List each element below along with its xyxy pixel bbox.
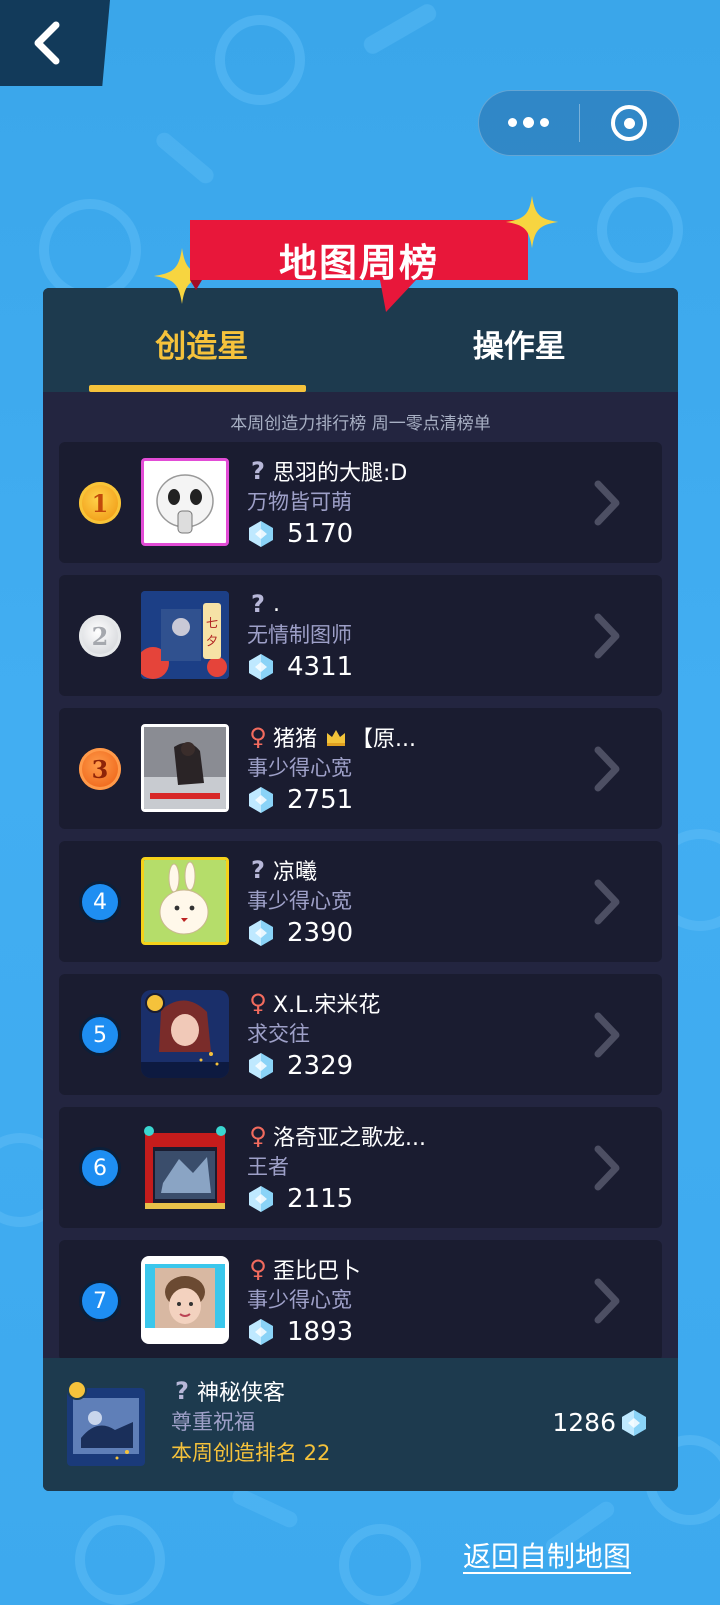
rank-badge: 6 (79, 1147, 121, 1189)
player-motto: 事少得心宽 (247, 889, 352, 913)
player-name: 洛奇亚之歌龙... (273, 1126, 426, 1151)
avatar (141, 458, 229, 546)
player-score: 2329 (287, 1051, 354, 1081)
ranking-row[interactable]: 6 ♀ 洛奇亚之歌龙... 王者 2115 (59, 1107, 662, 1228)
chevron-right-icon (594, 879, 620, 925)
player-score: 2390 (287, 918, 354, 948)
gender-unknown-icon: ? (175, 1377, 189, 1405)
player-score: 2115 (287, 1184, 354, 1214)
diamond-icon (622, 1409, 646, 1436)
chevron-right-icon (594, 1145, 620, 1191)
gender-unknown-icon: ? (251, 590, 265, 618)
diamond-icon (249, 1319, 273, 1345)
player-score: 1893 (287, 1317, 354, 1347)
ranking-row[interactable]: 7 ♀ 歪比巴卜 事少得心宽 1893 (59, 1240, 662, 1361)
player-motto: 王者 (247, 1155, 289, 1179)
diamond-icon (249, 1053, 273, 1079)
gender-female-icon: ♀ (249, 723, 267, 751)
my-name: 神秘侠客 (197, 1381, 286, 1406)
avatar (141, 1123, 229, 1211)
crown-icon (327, 730, 346, 746)
ranking-row[interactable]: 1 ? 思羽的大腿:D 万物皆可萌 5170 (59, 442, 662, 563)
chevron-right-icon (594, 1012, 620, 1058)
player-motto: 无情制图师 (247, 623, 352, 647)
player-name: 歪比巴卜 (273, 1259, 362, 1284)
back-button[interactable] (0, 0, 110, 86)
my-motto: 尊重祝福 (171, 1410, 255, 1434)
active-tab-indicator (89, 385, 306, 392)
target-circle-icon (611, 105, 648, 141)
player-score: 4311 (287, 652, 354, 682)
player-motto: 万物皆可萌 (247, 490, 352, 514)
rank-badge-gold: 1 (79, 482, 121, 524)
rank-badge: 5 (79, 1014, 121, 1056)
leaderboard-subtitle: 本周创造力排行榜 周一零点清榜单 (230, 414, 491, 434)
gender-unknown-icon: ? (251, 856, 265, 884)
page-title: 地图周榜 (278, 240, 439, 285)
gender-female-icon: ♀ (249, 1122, 267, 1150)
close-button[interactable] (580, 91, 680, 155)
ranking-row[interactable]: 4 ? 凉曦 事少得心宽 2390 (59, 841, 662, 962)
online-dot (67, 1380, 87, 1400)
gender-female-icon: ♀ (249, 989, 267, 1017)
my-score: 1286 (552, 1408, 616, 1437)
player-score: 5170 (287, 519, 354, 549)
diamond-icon (249, 920, 273, 946)
player-name: 猪猪 (273, 727, 318, 752)
gender-unknown-icon: ? (251, 457, 265, 485)
diamond-icon (249, 787, 273, 813)
ranking-row[interactable]: 2 七 夕 ? . 无情制图师 4311 (59, 575, 662, 696)
player-score: 2751 (287, 785, 354, 815)
rank-badge-silver: 2 (79, 615, 121, 657)
avatar (141, 1256, 229, 1344)
gender-female-icon: ♀ (249, 1255, 267, 1283)
player-name-suffix: 【原... (351, 727, 416, 752)
avatar: 七 夕 (141, 591, 229, 679)
svg-text:夕: 夕 (206, 634, 218, 648)
rank-badge: 7 (79, 1280, 121, 1322)
online-dot (145, 993, 165, 1013)
ranking-row[interactable]: 5 ♀ X.L.宋米花 求交往 2329 (59, 974, 662, 1095)
ranking-row[interactable]: 3 ♀ 猪猪 【原... 事少得心宽 2751 (59, 708, 662, 829)
return-to-custom-maps-link[interactable]: 返回自制地图 (463, 1535, 631, 1575)
player-name: 思羽的大腿:D (273, 461, 408, 486)
more-button[interactable] (479, 91, 579, 155)
my-rank-bar[interactable]: ? 神秘侠客 尊重祝福 本周创造排名 22 1286 (43, 1358, 678, 1491)
my-weekly-rank: 本周创造排名 22 (171, 1441, 331, 1465)
player-name: X.L.宋米花 (273, 993, 381, 1018)
diamond-icon (249, 521, 273, 547)
player-motto: 事少得心宽 (247, 756, 352, 780)
svg-text:七: 七 (206, 616, 218, 630)
rank-badge: 4 (79, 881, 121, 923)
avatar (141, 857, 229, 945)
more-dots-icon (508, 117, 550, 128)
avatar (141, 724, 229, 812)
mini-program-capsule (478, 90, 680, 156)
diamond-icon (249, 654, 273, 680)
leaderboard-panel: 创造星 操作星 本周创造力排行榜 周一零点清榜单 1 ? 思羽的大腿:D 万物皆… (43, 288, 678, 1491)
chevron-right-icon (594, 1278, 620, 1324)
star-icon (505, 195, 559, 249)
chevron-left-icon (34, 21, 60, 65)
chevron-right-icon (594, 480, 620, 526)
player-motto: 事少得心宽 (247, 1288, 352, 1312)
rank-badge-bronze: 3 (79, 748, 121, 790)
chevron-right-icon (594, 746, 620, 792)
player-name: 凉曦 (273, 860, 318, 885)
player-motto: 求交往 (247, 1022, 310, 1046)
player-name: . (273, 591, 280, 617)
ranking-list: 1 ? 思羽的大腿:D 万物皆可萌 5170 2 七 夕 ? . 无情制图师 4… (59, 442, 662, 1373)
diamond-icon (249, 1186, 273, 1212)
chevron-right-icon (594, 613, 620, 659)
